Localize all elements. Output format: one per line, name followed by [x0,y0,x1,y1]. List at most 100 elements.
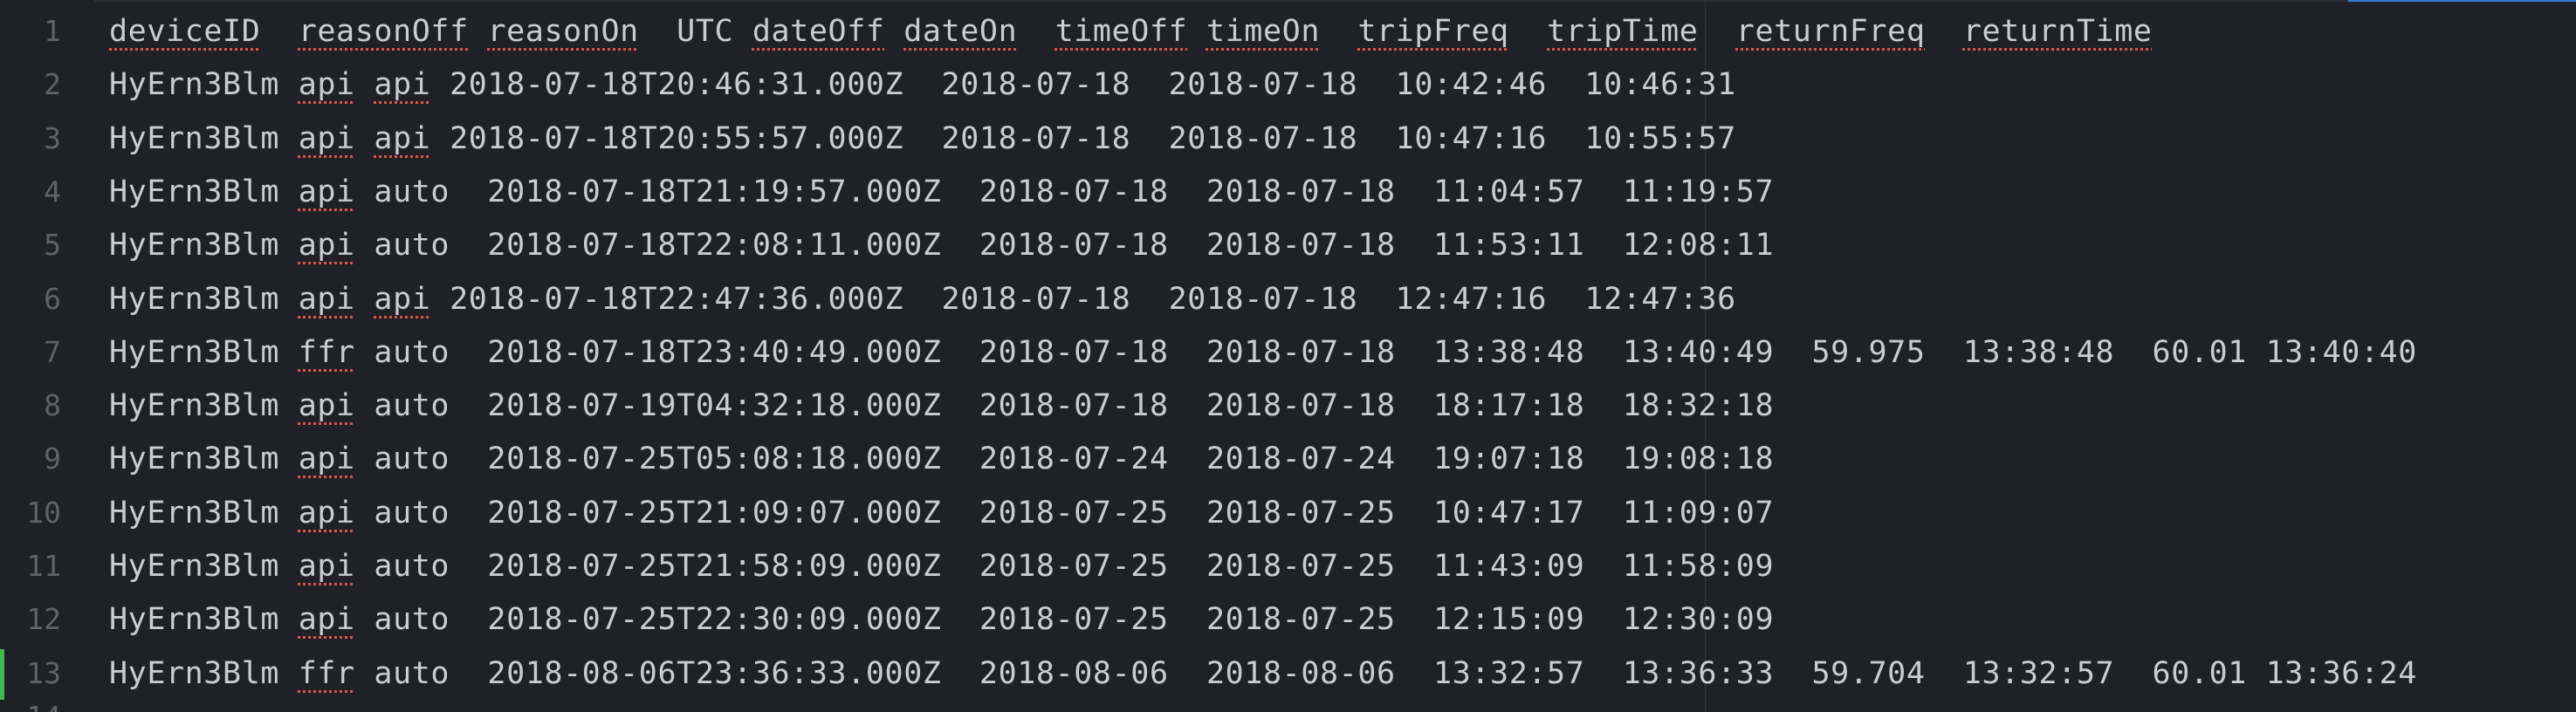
text-segment: 2018-07-18T22:47:36.000Z 2018-07-18 2018… [430,281,1736,317]
spellcheck-flagged-word: api [298,495,355,531]
spellcheck-flagged-word: ffr [298,655,355,691]
line-text[interactable]: HyErn3Blm ffr auto 2018-08-06T23:36:33.0… [109,656,2417,691]
editor-line[interactable]: 5 HyErn3Blm api auto 2018-07-18T22:08:11.… [0,219,2576,272]
line-text[interactable]: HyErn3Blm api api 2018-07-18T20:46:31.00… [109,67,1736,102]
text-segment: HyErn3Blm [109,67,280,103]
spellcheck-flagged-word: api [298,281,355,317]
text-segment: HyErn3Blm [109,442,280,477]
line-text[interactable]: HyErn3Blm api auto 2018-07-19T04:32:18.0… [109,388,1774,423]
line-number: 3 [44,120,61,155]
line-text[interactable]: HyErn3Blm api auto 2018-07-25T21:58:09.0… [109,549,1774,584]
text-segment: auto 2018-07-18T22:08:11.000Z 2018-07-18… [354,228,1775,264]
text-segment: auto 2018-07-25T21:09:07.000Z 2018-07-25… [354,495,1775,531]
text-segment: auto 2018-07-25T21:58:09.000Z 2018-07-25… [354,549,1775,584]
line-number: 10 [26,495,61,530]
editor-line[interactable]: 8 HyErn3Blm api auto 2018-07-19T04:32:18.… [0,380,2576,433]
text-segment [1509,14,1547,49]
text-segment: 2018-07-18T20:46:31.000Z 2018-07-18 2018… [430,67,1736,103]
text-segment [279,602,299,637]
spellcheck-flagged-word: timeOn [1206,14,1320,49]
spellcheck-flagged-word: reasonOn [487,14,639,49]
editor-line[interactable]: 11 HyErn3Blm api auto 2018-07-25T21:58:09… [0,540,2576,593]
line-text[interactable]: HyErn3Blm api api 2018-07-18T20:55:57.00… [109,121,1736,156]
spellcheck-flagged-word: ffr [298,334,355,370]
editor-line[interactable]: 9 HyErn3Blm api auto 2018-07-25T05:08:18.… [0,433,2576,486]
spellcheck-flagged-word: tripTime [1547,14,1699,49]
line-number: 1 [44,14,61,48]
text-segment [1187,14,1206,49]
text-segment: 2018-07-18T20:55:57.000Z 2018-07-18 2018… [430,120,1736,156]
text-segment: HyErn3Blm [109,281,280,317]
text-segment: UTC [638,14,752,49]
text-segment [355,67,374,102]
editor-accent-bar [2348,0,2576,2]
spellcheck-flagged-word: timeOff [1054,14,1188,49]
line-number: 9 [44,442,61,476]
line-text[interactable]: HyErn3Blm api auto 2018-07-25T21:09:07.0… [109,496,1774,531]
text-segment [1017,14,1054,49]
editor-line[interactable]: 2 HyErn3Blm api api 2018-07-18T20:46:31.0… [0,58,2576,112]
editor-line[interactable]: 6 HyErn3Blm api api 2018-07-18T22:47:36.0… [0,273,2576,326]
line-number: 12 [26,602,61,637]
line-text[interactable]: HyErn3Blm api auto 2018-07-18T22:08:11.0… [109,228,1774,263]
text-segment [279,67,299,102]
spellcheck-flagged-word: api [298,120,355,156]
line-text[interactable]: HyErn3Blm api auto 2018-07-18T21:19:57.0… [109,175,1774,209]
spellcheck-flagged-word: api [298,549,355,584]
text-segment: auto 2018-07-18T23:40:49.000Z 2018-07-18… [354,334,2417,370]
spellcheck-flagged-word: tripFreq [1357,14,1509,49]
editor-line[interactable]: 13 HyErn3Blm ffr auto 2018-08-06T23:36:33… [0,647,2576,701]
line-text[interactable]: HyErn3Blm api auto 2018-07-25T05:08:18.0… [109,442,1774,476]
spellcheck-flagged-word: api [298,228,355,264]
text-segment: auto 2018-08-06T23:36:33.000Z 2018-08-06… [354,655,2417,691]
text-segment: HyErn3Blm [109,495,280,531]
text-segment [279,388,299,423]
text-segment [279,442,299,476]
text-segment [260,14,298,49]
line-text[interactable]: HyErn3Blm ffr auto 2018-07-18T23:40:49.0… [109,335,2417,370]
line-number: 11 [26,549,61,583]
spellcheck-flagged-word: api [374,281,431,317]
text-segment [279,335,299,370]
text-segment: HyErn3Blm [109,334,280,370]
editor-line[interactable]: 10 HyErn3Blm api auto 2018-07-25T21:09:07… [0,487,2576,540]
text-segment [279,121,299,156]
spellcheck-flagged-word: api [298,602,355,638]
text-segment [279,549,299,584]
text-segment: auto 2018-07-25T22:30:09.000Z 2018-07-25… [354,602,1775,638]
editor-line[interactable]: 12 HyErn3Blm api auto 2018-07-25T22:30:09… [0,593,2576,647]
code-editor[interactable]: 1 deviceID reasonOff reasonOn UTC dateOff… [0,0,2576,712]
editor-line[interactable]: 1 deviceID reasonOff reasonOn UTC dateOff… [0,5,2576,58]
text-segment [885,14,904,49]
editor-line[interactable]: 7 HyErn3Blm ffr auto 2018-07-18T23:40:49.… [0,326,2576,380]
text-segment: auto 2018-07-25T05:08:18.000Z 2018-07-24… [354,442,1775,477]
line-text[interactable]: HyErn3Blm api api 2018-07-18T22:47:36.00… [109,282,1736,317]
text-segment [279,175,299,209]
spellcheck-flagged-word: dateOff [752,14,885,49]
text-segment [355,282,374,317]
text-segment: HyErn3Blm [109,228,280,264]
line-number: 8 [44,388,61,423]
editor-line[interactable]: 3 HyErn3Blm api api 2018-07-18T20:55:57.0… [0,113,2576,166]
text-segment [1926,14,1963,49]
text-segment [279,496,299,531]
text-segment: HyErn3Blm [109,388,280,424]
text-segment: HyErn3Blm [109,655,280,691]
spellcheck-flagged-word: api [374,120,431,156]
text-segment: auto 2018-07-18T21:19:57.000Z 2018-07-18… [354,174,1775,209]
line-text[interactable]: HyErn3Blm api auto 2018-07-25T22:30:09.0… [109,602,1774,637]
editor-line[interactable]: 4 HyErn3Blm api auto 2018-07-18T21:19:57.… [0,166,2576,219]
text-segment: HyErn3Blm [109,549,280,584]
line-number: 5 [44,228,61,263]
line-number: 4 [44,174,61,209]
text-segment [1698,14,1735,49]
partial-line: 14 [0,700,61,712]
spellcheck-flagged-word: deviceID [109,14,261,49]
spellcheck-flagged-word: api [298,388,355,424]
text-segment [279,656,299,691]
spellcheck-flagged-word: returnFreq [1735,14,1926,49]
line-number: 13 [26,655,61,690]
spellcheck-flagged-word: api [374,67,431,103]
text-segment: HyErn3Blm [109,602,280,638]
line-text[interactable]: deviceID reasonOff reasonOn UTC dateOff … [109,14,2153,49]
